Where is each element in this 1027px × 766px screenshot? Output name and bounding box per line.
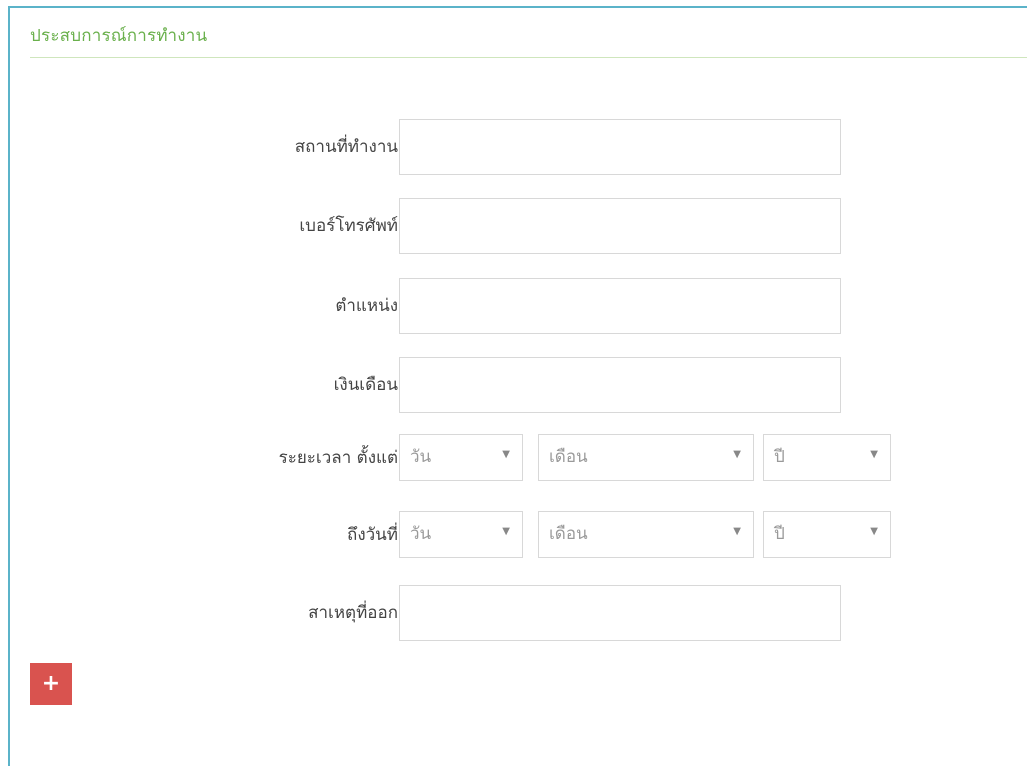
period-from-label: ระยะเวลา ตั้งแต่: [278, 448, 398, 468]
workplace-row: สถานที่ทำงาน: [10, 118, 1027, 176]
from-year-value: ปี: [774, 447, 785, 467]
from-year-select[interactable]: ปี ▼: [763, 434, 891, 481]
period-from-row: ระยะเวลา ตั้งแต่ วัน ▼ เดือน ▼ ปี ▼: [10, 433, 1027, 491]
to-year-select[interactable]: ปี ▼: [763, 511, 891, 558]
add-experience-button[interactable]: +: [30, 663, 72, 705]
period-to-label: ถึงวันที่: [347, 525, 398, 545]
reason-input[interactable]: [399, 585, 841, 641]
position-label: ตำแหน่ง: [335, 296, 398, 316]
salary-row: เงินเดือน: [10, 356, 1027, 414]
chevron-down-icon: ▼: [870, 526, 878, 537]
chevron-down-icon: ▼: [870, 449, 878, 460]
reason-row: สาเหตุที่ออก: [10, 584, 1027, 642]
to-day-select[interactable]: วัน ▼: [399, 511, 523, 558]
period-to-row: ถึงวันที่ วัน ▼ เดือน ▼ ปี ▼: [10, 510, 1027, 568]
to-year-value: ปี: [774, 524, 785, 544]
to-month-value: เดือน: [549, 524, 588, 544]
from-month-select[interactable]: เดือน ▼: [538, 434, 754, 481]
from-day-value: วัน: [410, 447, 432, 467]
phone-row: เบอร์โทรศัพท์: [10, 197, 1027, 255]
chevron-down-icon: ▼: [733, 526, 741, 537]
phone-input[interactable]: [399, 198, 841, 254]
salary-label: เงินเดือน: [333, 375, 398, 395]
position-row: ตำแหน่ง: [10, 277, 1027, 335]
reason-label: สาเหตุที่ออก: [308, 603, 398, 623]
from-day-select[interactable]: วัน ▼: [399, 434, 523, 481]
title-divider: [30, 57, 1027, 58]
work-experience-panel: ประสบการณ์การทำงาน สถานที่ทำงาน เบอร์โทร…: [8, 6, 1027, 766]
salary-input[interactable]: [399, 357, 841, 413]
from-month-value: เดือน: [549, 447, 588, 467]
phone-label: เบอร์โทรศัพท์: [299, 216, 398, 236]
chevron-down-icon: ▼: [502, 449, 510, 460]
chevron-down-icon: ▼: [733, 449, 741, 460]
workplace-label: สถานที่ทำงาน: [294, 137, 398, 157]
position-input[interactable]: [399, 278, 841, 334]
section-title: ประสบการณ์การทำงาน: [30, 26, 208, 46]
chevron-down-icon: ▼: [502, 526, 510, 537]
to-day-value: วัน: [410, 524, 432, 544]
to-month-select[interactable]: เดือน ▼: [538, 511, 754, 558]
workplace-input[interactable]: [399, 119, 841, 175]
